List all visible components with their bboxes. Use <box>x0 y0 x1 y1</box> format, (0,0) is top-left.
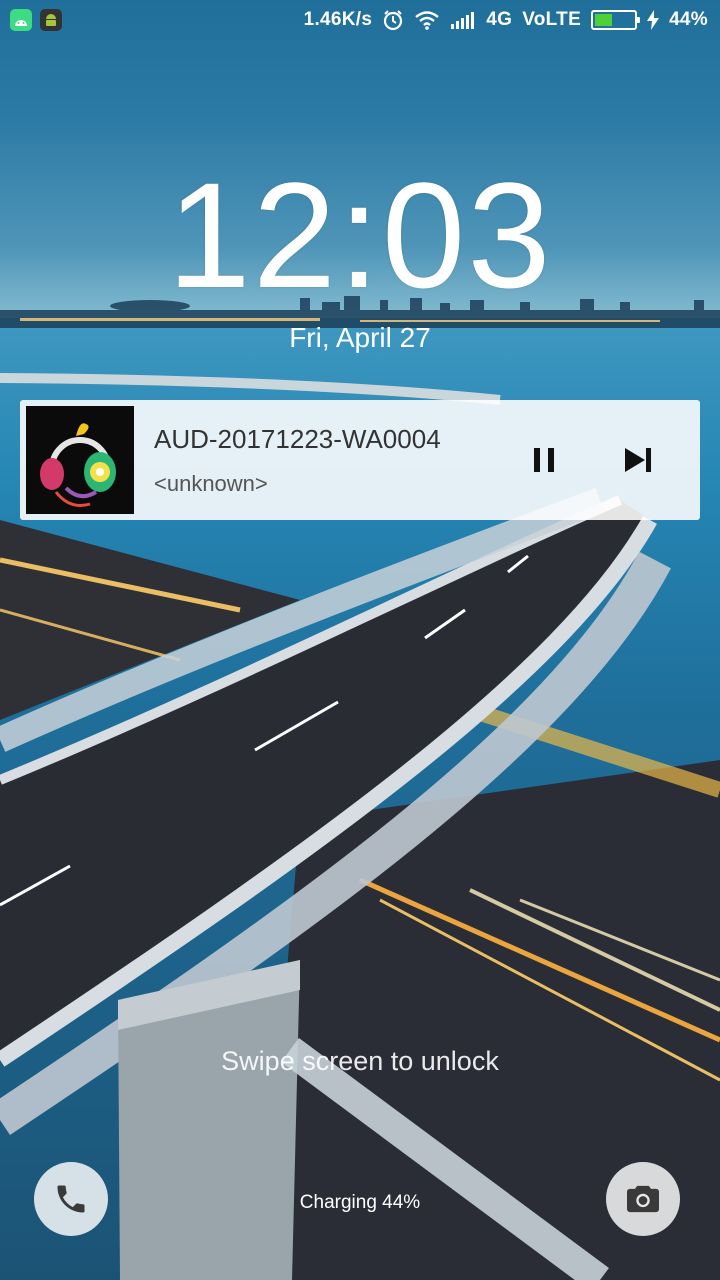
volte-label: VoLTE <box>522 9 582 30</box>
skip-next-button[interactable] <box>620 442 656 478</box>
network-speed: 1.46K/s <box>303 9 373 30</box>
pause-button[interactable] <box>526 442 562 478</box>
status-bar: 1.46K/s 4G VoLTE 44% <box>0 0 720 40</box>
media-title: AUD-20171223-WA0004 <box>154 423 441 454</box>
status-bar-system: 1.46K/s 4G VoLTE 44% <box>304 9 708 31</box>
album-art <box>26 406 134 514</box>
signal-icon <box>451 12 475 29</box>
camera-shortcut-button[interactable] <box>606 1162 680 1236</box>
swipe-to-unlock-hint: Swipe screen to unlock <box>221 1046 499 1076</box>
alarm-icon <box>384 10 403 31</box>
media-info: AUD-20171223-WA0004 <unknown> <box>154 424 526 497</box>
media-artist: <unknown> <box>154 470 268 496</box>
media-notification[interactable]: AUD-20171223-WA0004 <unknown> <box>20 400 700 520</box>
pause-icon <box>534 448 554 472</box>
charging-bolt-icon <box>647 10 660 30</box>
camera-icon <box>627 1185 659 1213</box>
battery-fill <box>595 14 612 26</box>
wifi-icon <box>415 11 440 30</box>
network-type: 4G <box>486 9 513 30</box>
android-icon <box>40 9 62 31</box>
headphones-album-art-icon <box>26 406 134 514</box>
lockscreen-clock: 12:03 <box>167 151 553 319</box>
status-bar-notifications <box>10 9 62 31</box>
lockscreen-date: Fri, April 27 <box>289 322 431 353</box>
battery-icon <box>591 10 641 30</box>
battery-percent: 44% <box>669 9 708 30</box>
android-icon <box>10 9 32 31</box>
media-controls <box>526 442 656 478</box>
skip-next-icon <box>625 448 651 472</box>
